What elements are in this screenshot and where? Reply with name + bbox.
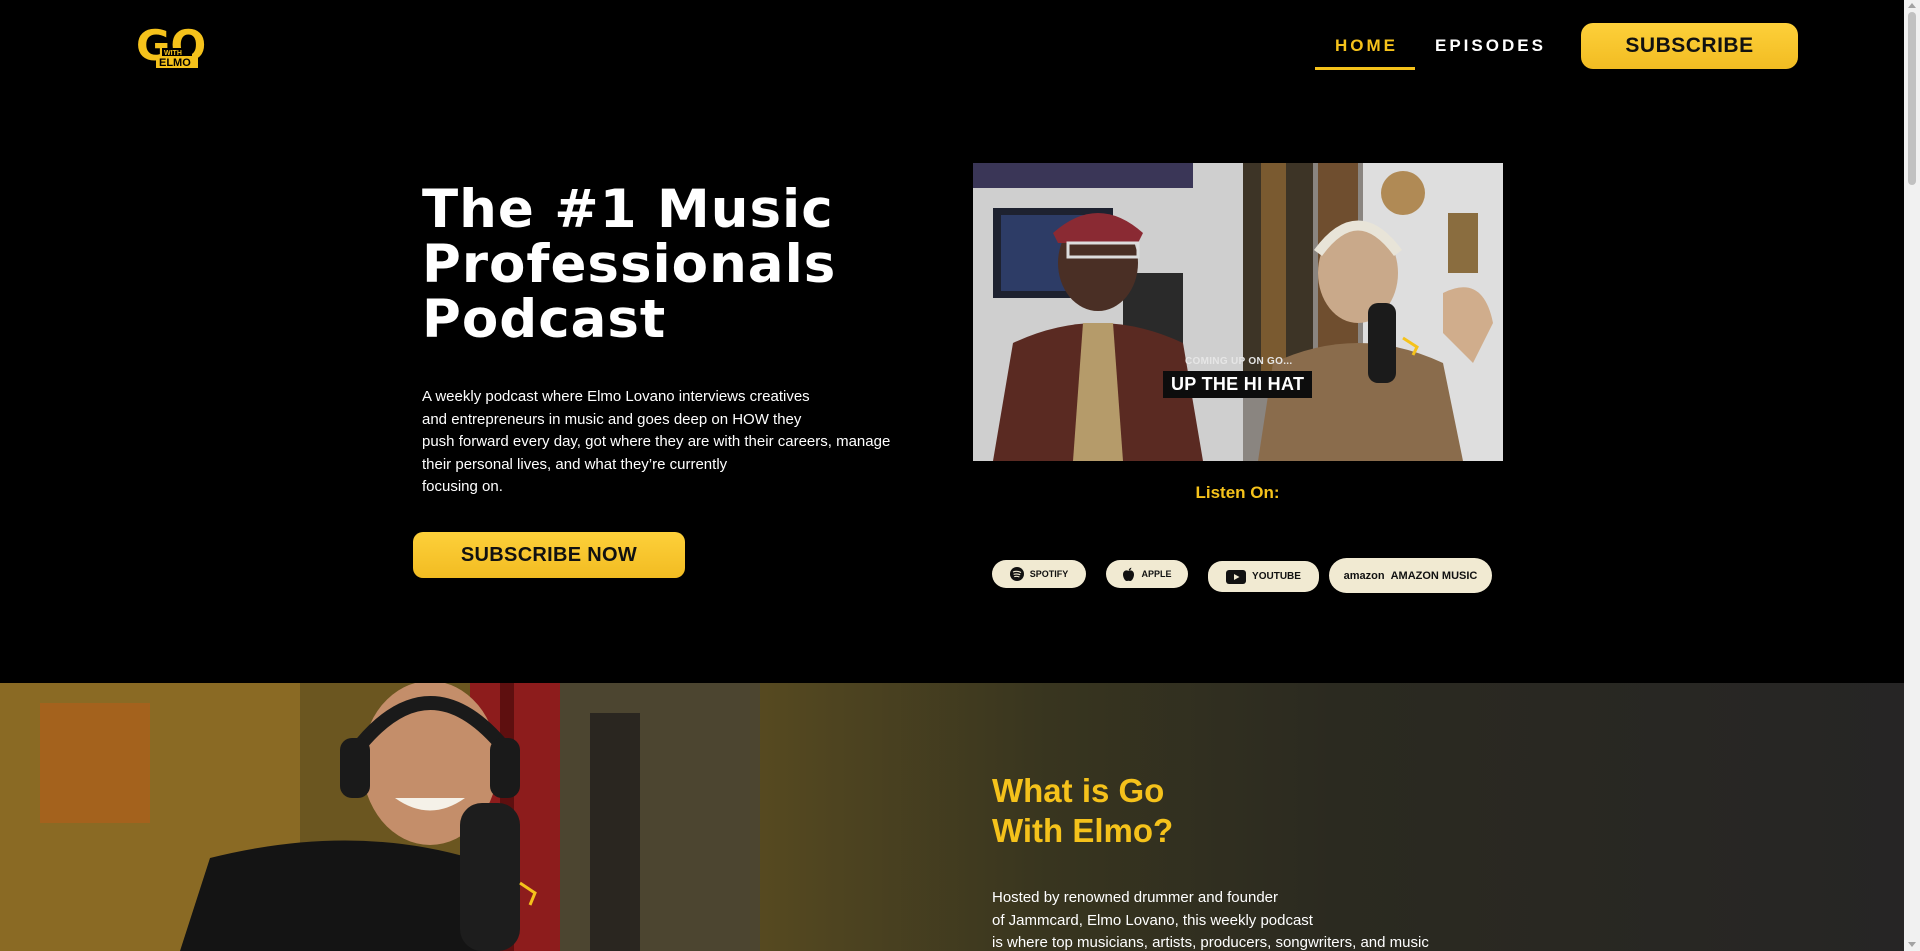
youtube-icon — [1226, 569, 1247, 584]
about-title-line: What is Go — [992, 772, 1165, 809]
hero-description-line: and entrepreneurs in music and goes deep… — [422, 410, 802, 428]
hero-description: A weekly podcast where Elmo Lovano inter… — [422, 386, 902, 499]
listen-on-heading: Listen On: — [1195, 483, 1280, 502]
about-body-line: Hosted by renowned drummer and founder — [992, 889, 1278, 906]
site-header: GO WITH ELMO HOME EPISODES SUBSCRIBE — [0, 0, 1904, 100]
go-with-elmo-logo[interactable]: GO WITH ELMO — [136, 20, 212, 70]
hero-title-line: The #1 Music — [422, 179, 834, 240]
youtube-label: YOUTUBE — [1252, 571, 1301, 582]
amazon-logo: amazon — [1343, 569, 1385, 582]
nav-episodes-link[interactable]: EPISODES — [1435, 36, 1546, 56]
about-body: Hosted by renowned drummer and founder o… — [992, 887, 1452, 951]
video-scene-image — [973, 163, 1503, 461]
spotify-label: SPOTIFY — [1029, 569, 1069, 579]
page-scrollbar[interactable] — [1904, 0, 1920, 951]
host-photo-image — [0, 683, 760, 951]
video-caption-small: COMING UP ON GO... — [1185, 356, 1293, 367]
spotify-icon — [1009, 567, 1024, 581]
about-title: What is Go With Elmo? — [992, 771, 1292, 851]
amazon-music-label: AMAZON MUSIC — [1390, 569, 1478, 582]
video-caption-title: UP THE HI HAT — [1163, 371, 1313, 398]
apple-podcasts-link[interactable]: APPLE — [1106, 560, 1188, 588]
hero-title-line: Podcast — [422, 289, 667, 350]
hero-description-line: focusing on. — [422, 478, 503, 495]
host-photo — [0, 683, 760, 951]
hero-description-line: their personal lives, and what they’re c… — [422, 455, 728, 473]
youtube-link[interactable]: YOUTUBE — [1208, 561, 1319, 592]
nav-home-link[interactable]: HOME — [1335, 36, 1398, 56]
about-body-line: is where top musicians, artists, produce… — [992, 934, 1429, 951]
hero-description-line: A weekly podcast where Elmo Lovano inter… — [422, 388, 810, 405]
scrollbar-thumb[interactable] — [1908, 12, 1916, 185]
apple-label: APPLE — [1141, 569, 1172, 579]
about-title-line: With Elmo? — [992, 812, 1174, 849]
hero-title: The #1 Music Professionals Podcast — [422, 182, 942, 347]
amazon-music-link[interactable]: amazon AMAZON MUSIC — [1329, 558, 1492, 593]
scroll-up-arrow-icon[interactable] — [1908, 3, 1916, 8]
logo-subtext-bottom: ELMO — [159, 57, 191, 69]
scroll-down-arrow-icon[interactable] — [1908, 942, 1916, 947]
logo-subtext-top: WITH — [164, 50, 182, 57]
apple-icon — [1123, 567, 1135, 581]
about-body-line: of Jammcard, Elmo Lovano, this weekly po… — [992, 911, 1313, 929]
about-section: What is Go With Elmo? Hosted by renowned… — [0, 683, 1904, 951]
subscribe-now-button[interactable]: SUBSCRIBE NOW — [413, 532, 685, 578]
spotify-link[interactable]: SPOTIFY — [992, 560, 1086, 588]
nav-active-indicator — [1315, 67, 1415, 70]
hero-description-line: push forward every day, got where they a… — [422, 433, 891, 450]
episode-video[interactable]: COMING UP ON GO... UP THE HI HAT — [973, 163, 1503, 461]
hero-title-line: Professionals — [422, 234, 837, 295]
subscribe-button[interactable]: SUBSCRIBE — [1581, 23, 1798, 69]
